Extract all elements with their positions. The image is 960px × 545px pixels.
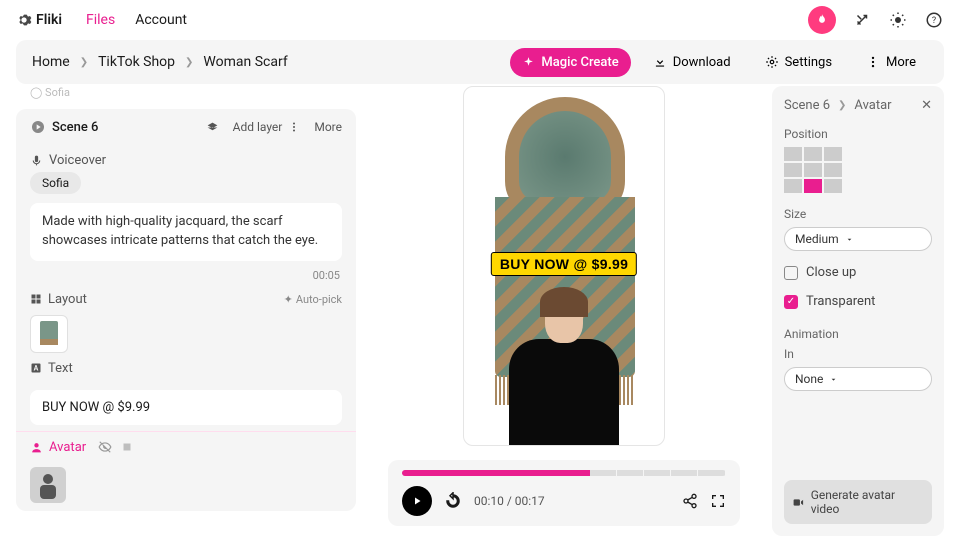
avatar-thumbnail[interactable] <box>30 467 66 503</box>
text-section[interactable]: A Text <box>16 353 356 384</box>
breadcrumb-file[interactable]: Woman Scarf <box>203 54 287 70</box>
checkbox-checked-icon: ✓ <box>784 295 798 309</box>
size-dropdown[interactable]: Medium <box>784 227 932 251</box>
share-icon[interactable] <box>682 493 698 509</box>
closeup-checkbox[interactable]: Close up <box>784 265 932 280</box>
animation-label: Animation <box>784 327 932 341</box>
pos-tl[interactable] <box>784 147 802 161</box>
pos-br[interactable] <box>824 179 842 193</box>
video-icon <box>792 496 805 509</box>
pos-mr[interactable] <box>824 163 842 177</box>
avatar-section[interactable]: Avatar <box>16 431 356 463</box>
scene-card: Scene 6 Add layer More Voiceover Sofia M… <box>16 109 356 511</box>
eye-off-icon[interactable] <box>98 440 112 454</box>
download-button[interactable]: Download <box>641 48 743 77</box>
more-vertical-icon <box>288 121 300 133</box>
gear-icon <box>16 12 32 28</box>
app-logo[interactable]: Fliki <box>16 12 62 28</box>
gear-icon <box>765 55 779 69</box>
layout-icon <box>30 293 42 305</box>
scarf-thumb-icon <box>36 319 62 349</box>
pos-tc[interactable] <box>804 147 822 161</box>
tools-icon <box>853 11 871 29</box>
delete-icon[interactable] <box>120 440 134 454</box>
layout-thumbnail[interactable] <box>30 315 68 353</box>
chevron-down-icon <box>845 235 854 244</box>
text-icon: A <box>30 362 42 374</box>
credits-button[interactable] <box>808 6 836 34</box>
breadcrumb: Home ❯ TikTok Shop ❯ Woman Scarf <box>32 54 288 70</box>
nav-files[interactable]: Files <box>86 12 115 28</box>
more-vertical-icon <box>866 55 880 69</box>
animation-in-label: In <box>784 347 932 361</box>
svg-text:?: ? <box>932 16 936 26</box>
panel-title: Avatar <box>854 98 891 113</box>
pos-ml[interactable] <box>784 163 802 177</box>
mic-icon <box>30 154 43 167</box>
nav-account[interactable]: Account <box>135 12 187 28</box>
sun-icon <box>889 11 907 29</box>
video-preview[interactable]: BUY NOW @ $9.99 <box>463 86 665 446</box>
help-icon: ? <box>925 11 943 29</box>
voice-chip[interactable]: Sofia <box>30 172 81 194</box>
pos-bl[interactable] <box>784 179 802 193</box>
breadcrumb-folder[interactable]: TikTok Shop <box>98 54 175 70</box>
overlay-text-input[interactable]: BUY NOW @ $9.99 <box>30 390 342 425</box>
chevron-right-icon: ❯ <box>838 100 846 111</box>
generate-avatar-button[interactable]: Generate avatar video <box>784 480 932 524</box>
avatar-figure <box>509 295 619 445</box>
avatar-panel: Scene 6 ❯ Avatar ✕ Position Size Medium … <box>772 86 944 536</box>
voiceover-text-input[interactable]: Made with high-quality jacquard, the sca… <box>30 203 342 261</box>
help-button[interactable]: ? <box>924 10 944 30</box>
avatar-thumb-icon <box>36 471 60 499</box>
svg-text:A: A <box>34 365 39 373</box>
chevron-right-icon: ❯ <box>185 57 193 68</box>
person-icon <box>30 441 43 454</box>
scene-title: Scene 6 <box>52 120 98 135</box>
pos-bc[interactable] <box>804 179 822 193</box>
position-label: Position <box>784 127 932 141</box>
scene-more-button[interactable]: More <box>288 120 342 134</box>
chevron-down-icon <box>829 375 838 384</box>
more-button[interactable]: More <box>854 48 928 77</box>
app-name: Fliki <box>36 12 62 28</box>
position-grid <box>784 147 932 193</box>
play-icon <box>411 495 423 507</box>
breadcrumb-home[interactable]: Home <box>32 54 70 70</box>
layers-icon <box>206 121 219 134</box>
pos-mc[interactable] <box>804 163 822 177</box>
download-icon <box>653 55 667 69</box>
time-display: 00:10 / 00:17 <box>474 494 545 508</box>
theme-button[interactable] <box>888 10 908 30</box>
play-button[interactable] <box>402 486 432 516</box>
replay-icon[interactable] <box>444 492 462 510</box>
auto-pick-button[interactable]: ✦ Auto-pick <box>284 293 342 306</box>
timeline[interactable] <box>402 470 726 476</box>
size-label: Size <box>784 207 932 221</box>
duration-label: 00:05 <box>16 267 356 284</box>
close-panel-button[interactable]: ✕ <box>921 98 932 113</box>
animation-in-dropdown[interactable]: None <box>784 367 932 391</box>
checkbox-icon <box>784 266 798 280</box>
sparkle-icon <box>522 56 535 69</box>
fullscreen-icon[interactable] <box>710 493 726 509</box>
panel-scene: Scene 6 <box>784 98 830 113</box>
chevron-right-icon: ❯ <box>80 57 88 68</box>
overlay-text: BUY NOW @ $9.99 <box>491 252 637 276</box>
transparent-checkbox[interactable]: ✓ Transparent <box>784 294 932 309</box>
previous-scene-peek: ◯ Sofia <box>16 86 356 99</box>
fire-icon <box>815 13 829 27</box>
tools-button[interactable] <box>852 10 872 30</box>
settings-button[interactable]: Settings <box>753 48 844 77</box>
pos-tr[interactable] <box>824 147 842 161</box>
magic-create-button[interactable]: Magic Create <box>510 48 630 77</box>
video-player: 00:10 / 00:17 <box>388 460 740 526</box>
layout-section[interactable]: Layout ✦ Auto-pick <box>16 284 356 315</box>
add-layer-button[interactable]: Add layer <box>206 120 283 134</box>
play-circle-icon[interactable] <box>30 119 46 135</box>
